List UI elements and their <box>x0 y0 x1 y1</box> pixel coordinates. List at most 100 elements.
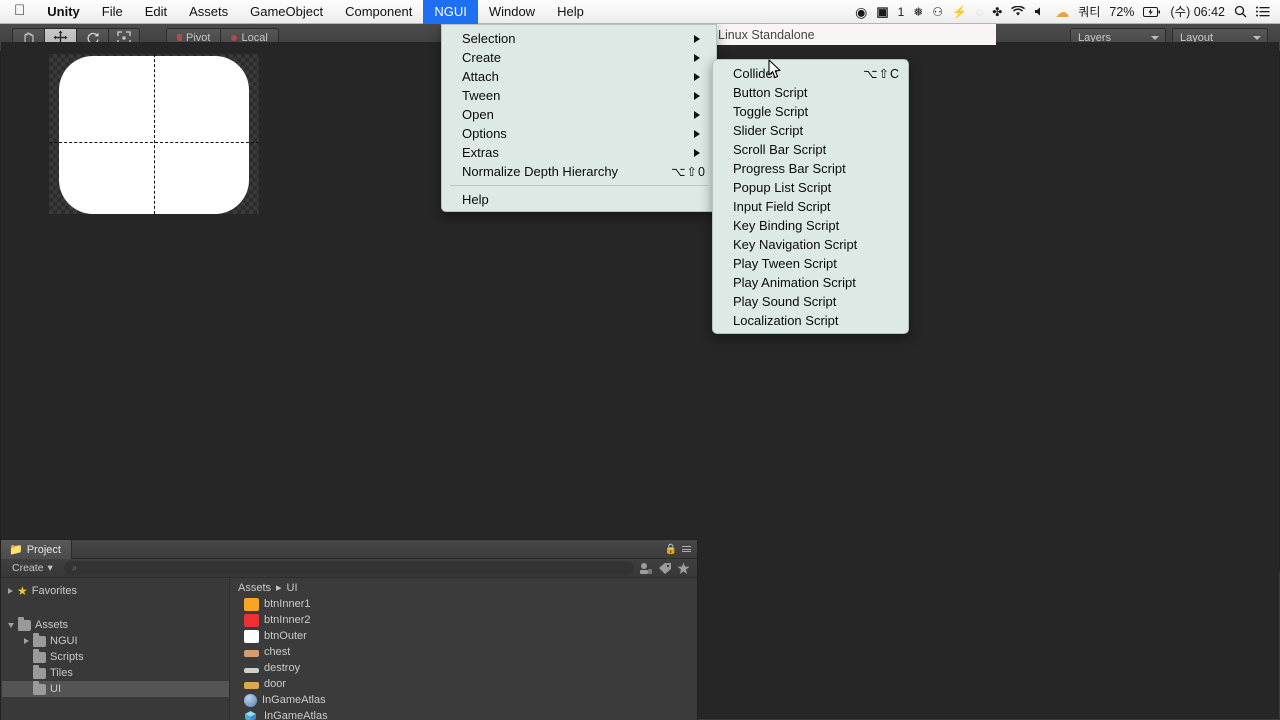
tree-item-tiles[interactable]: Tiles <box>2 665 229 681</box>
submenu-item-localization-script[interactable]: Localization Script <box>713 311 908 330</box>
project-folder-tree[interactable]: ★ Favorites Assets NGUI Scripts Tiles UI <box>2 579 230 720</box>
star-icon: ★ <box>17 584 28 598</box>
menu-gameobject[interactable]: GameObject <box>239 0 334 24</box>
menu-item-create[interactable]: Create <box>442 48 716 67</box>
record-icon[interactable]: ◉ <box>855 0 867 24</box>
submenu-item-play-sound-script-label: Play Sound Script <box>733 294 837 309</box>
menu-item-options[interactable]: Options <box>442 124 716 143</box>
filter-by-type-icon[interactable] <box>639 561 653 575</box>
chevron-down-icon <box>1253 36 1261 40</box>
folder-icon <box>18 617 31 631</box>
cloud-icon[interactable]: ☁ <box>1055 0 1069 24</box>
filter-by-label-icon[interactable] <box>658 561 672 575</box>
menu-unity[interactable]: Unity <box>36 0 91 24</box>
sprite-horizontal-guide <box>49 142 259 143</box>
sync-icon[interactable]: ✤ <box>992 0 1002 24</box>
menu-ngui[interactable]: NGUI <box>423 0 478 24</box>
search-icon: ⌕ <box>71 562 78 574</box>
menu-item-normalize-depth-hierarchy[interactable]: Normalize Depth Hierarchy ⌥⇧0 <box>442 162 716 181</box>
submenu-item-toggle-script[interactable]: Toggle Script <box>713 102 908 121</box>
search-icon[interactable] <box>1234 5 1247 18</box>
tree-item-ui-label: UI <box>50 683 61 695</box>
menu-edit[interactable]: Edit <box>134 0 178 24</box>
prefab-cube-icon <box>244 710 259 720</box>
list-item[interactable]: door <box>230 676 696 692</box>
menu-component[interactable]: Component <box>334 0 423 24</box>
notification-center-icon[interactable] <box>1256 6 1270 17</box>
chevron-down-icon: ▾ <box>47 562 53 574</box>
expand-arrow-icon[interactable] <box>8 588 13 594</box>
wifi-icon[interactable] <box>1011 6 1026 17</box>
app-a-icon[interactable]: ▣ <box>876 0 888 24</box>
submenu-item-progress-bar-script[interactable]: Progress Bar Script <box>713 159 908 178</box>
submenu-item-key-binding-script[interactable]: Key Binding Script <box>713 216 908 235</box>
list-item[interactable]: destroy <box>230 660 696 676</box>
input-source-label[interactable]: 쿼티 <box>1078 0 1100 24</box>
submenu-item-collider[interactable]: Collider ⌥⇧C <box>713 64 908 83</box>
menu-item-tween[interactable]: Tween <box>442 86 716 105</box>
lock-icon[interactable]: 🔒 <box>665 544 677 555</box>
list-item[interactable]: btnInner2 <box>230 612 696 628</box>
flash-icon[interactable]: ⚡ <box>952 0 967 24</box>
tree-item-scripts[interactable]: Scripts <box>2 649 229 665</box>
tree-item-scripts-label: Scripts <box>50 651 84 663</box>
menu-file[interactable]: File <box>91 0 134 24</box>
project-search-input[interactable]: ⌕ <box>63 561 634 575</box>
submenu-arrow-icon <box>694 54 700 62</box>
submenu-item-button-script[interactable]: Button Script <box>713 83 908 102</box>
submenu-item-play-sound-script[interactable]: Play Sound Script <box>713 292 908 311</box>
asset-label: destroy <box>264 662 301 674</box>
menu-window[interactable]: Window <box>478 0 546 24</box>
submenu-item-play-animation-script[interactable]: Play Animation Script <box>713 273 908 292</box>
battery-icon[interactable] <box>1143 6 1161 17</box>
local-icon <box>231 34 238 41</box>
preview-panel: btnBG <box>0 24 1279 719</box>
menu-help[interactable]: Help <box>546 0 595 24</box>
sprite-preview-area <box>49 54 259 214</box>
apple-menu-icon[interactable]:  <box>0 3 36 18</box>
menu-item-help[interactable]: Help <box>442 190 716 209</box>
volume-icon[interactable] <box>1034 6 1046 17</box>
list-item[interactable]: btnInner1 <box>230 596 696 612</box>
macos-status-items: ◉ ▣ 1 ❅ ⚇ ⚡ ◌ ✤ ☁ 쿼티 72% (수) 06:42 <box>855 0 1280 24</box>
submenu-item-play-tween-script[interactable]: Play Tween Script <box>713 254 908 273</box>
favorites-star-icon[interactable] <box>677 561 691 575</box>
tree-item-favorites[interactable]: ★ Favorites <box>2 583 229 599</box>
menu-item-selection[interactable]: Selection <box>442 29 716 48</box>
linux-standalone-title: Linux Standalone <box>708 24 996 45</box>
expand-arrow-icon[interactable] <box>24 638 29 644</box>
list-item[interactable]: InGameAtlas <box>230 692 696 708</box>
menu-item-attach[interactable]: Attach <box>442 67 716 86</box>
menu-item-extras[interactable]: Extras <box>442 143 716 162</box>
menu-item-open[interactable]: Open <box>442 105 716 124</box>
submenu-item-key-binding-script-label: Key Binding Script <box>733 218 840 233</box>
tree-item-ngui[interactable]: NGUI <box>2 633 229 649</box>
panel-menu-icon[interactable] <box>682 546 691 552</box>
project-content-list[interactable]: Assets ▸ UI btnInner1 btnInner2 btnOuter <box>230 579 696 720</box>
submenu-item-scroll-bar-script[interactable]: Scroll Bar Script <box>713 140 908 159</box>
project-toolbar: Create ▾ ⌕ <box>1 559 697 578</box>
breadcrumb-assets[interactable]: Assets <box>238 582 271 594</box>
tab-project[interactable]: 📁 Project <box>1 540 72 559</box>
menu-item-normalize-label: Normalize Depth Hierarchy <box>462 164 619 179</box>
project-create-button[interactable]: Create ▾ <box>6 561 59 575</box>
menu-assets[interactable]: Assets <box>178 0 239 24</box>
tree-item-favorites-label: Favorites <box>31 585 78 597</box>
evernote-icon[interactable]: ❅ <box>913 0 923 24</box>
submenu-item-popup-list-script-label: Popup List Script <box>733 180 832 195</box>
tree-item-ui[interactable]: UI <box>2 681 229 697</box>
submenu-item-slider-script[interactable]: Slider Script <box>713 121 908 140</box>
list-item[interactable]: InGameAtlas <box>230 708 696 720</box>
submenu-item-popup-list-script[interactable]: Popup List Script <box>713 178 908 197</box>
breadcrumb-ui[interactable]: UI <box>287 582 298 594</box>
list-item[interactable]: btnOuter <box>230 628 696 644</box>
menu-item-normalize-shortcut: ⌥⇧0 <box>671 165 706 179</box>
submenu-item-key-navigation-script[interactable]: Key Navigation Script <box>713 235 908 254</box>
clock-datetime[interactable]: (수) 06:42 <box>1170 0 1225 24</box>
submenu-item-input-field-script[interactable]: Input Field Script <box>713 197 908 216</box>
tree-item-assets[interactable]: Assets <box>2 617 229 633</box>
tab-project-label: Project <box>26 543 61 556</box>
expand-arrow-icon[interactable] <box>8 622 14 628</box>
list-item[interactable]: chest <box>230 644 696 660</box>
dropbox-icon[interactable]: ⚇ <box>932 0 943 24</box>
